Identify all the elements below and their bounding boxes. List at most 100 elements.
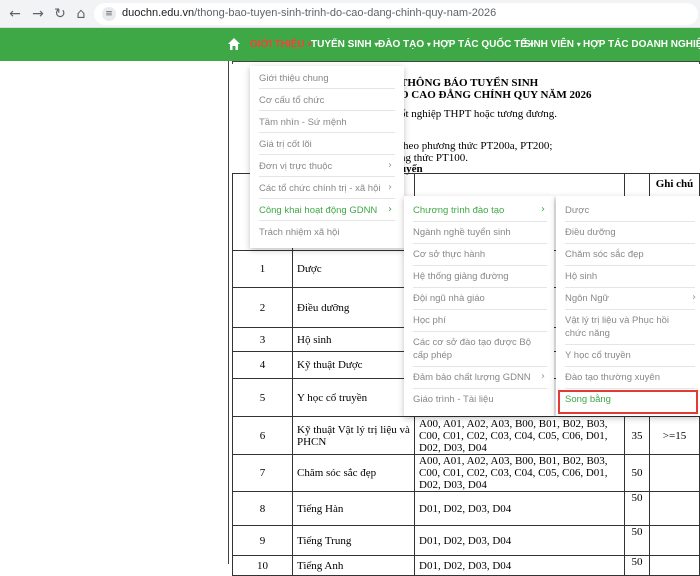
row-stt: 4 <box>232 351 293 379</box>
row-name: Điều dưỡng <box>292 287 415 328</box>
dropdown-gioi-thieu: Giới thiệu chung Cơ cấu tổ chức Tầm nhìn… <box>250 66 404 248</box>
divider <box>413 243 547 244</box>
nav-gioi-thieu[interactable]: GIỚI THIỆU ▾ <box>250 39 311 50</box>
chevron-right-icon: › <box>388 204 392 215</box>
row-name: Dược <box>292 250 415 288</box>
doc-heading-2: O CAO ĐẲNG CHÍNH QUY NĂM 2026 <box>400 89 592 101</box>
menu-item-don-vi-truc-thuoc[interactable]: Đơn vị trực thuộc › <box>250 160 404 175</box>
row-stt: 7 <box>232 454 293 492</box>
divider <box>259 132 395 133</box>
row-name: Chăm sóc sắc đẹp <box>292 454 415 492</box>
menu-item-trach-nhiem-xa-hoi[interactable]: Trách nhiệm xã hội <box>250 227 404 241</box>
back-icon[interactable]: ← <box>6 5 24 23</box>
site-nav-bar: GIỚI THIỆU ▾ TUYỂN SINH ▾ ĐÀO TẠO ▾ HỢP … <box>0 28 700 61</box>
doc-line-2: theo phương thức PT200a, PT200; <box>400 140 553 152</box>
dropdown-chuong-trinh-dao-tao: Dược Điều dưỡng Chăm sóc sắc đẹp Hộ sinh… <box>556 196 700 416</box>
dropdown-cong-khai-gdnn: Chương trình đào tạo › Ngành nghề tuyển s… <box>404 196 554 416</box>
reload-icon[interactable]: ↻ <box>51 5 69 23</box>
site-info-icon[interactable]: ≡ <box>102 7 116 21</box>
menu-item-hoc-phi[interactable]: Học phí <box>404 315 554 329</box>
nav-dao-tao[interactable]: ĐÀO TẠO ▾ <box>378 39 431 50</box>
row-quota: 50 <box>624 525 650 556</box>
row-name: Tiếng Hàn <box>292 491 415 526</box>
menu-item-co-so-thuc-hanh[interactable]: Cơ sở thực hành <box>404 249 554 263</box>
divider <box>259 110 395 111</box>
chevron-right-icon: › <box>541 204 545 215</box>
divider <box>259 198 395 199</box>
doc-line-1: ốt nghiệp THPT hoặc tương đương. <box>400 108 557 120</box>
divider <box>413 309 547 310</box>
top-border <box>232 61 700 64</box>
menu-item-nganh-nghe[interactable]: Ngành nghề tuyển sinh <box>404 227 554 241</box>
divider <box>565 344 695 345</box>
divider <box>413 265 547 266</box>
divider <box>413 366 547 367</box>
row-stt: 10 <box>232 555 293 576</box>
menu-item-cong-khai-gdnn[interactable]: Công khai hoạt động GDNN › <box>250 204 404 219</box>
menu-item-to-chuc-chinh-tri[interactable]: Các tổ chức chính trị - xã hội › <box>250 182 404 197</box>
row-quota: 50 <box>624 454 650 492</box>
nav-tuyen-sinh[interactable]: TUYỂN SINH ▾ <box>311 39 378 50</box>
menu-item-dieu-duong[interactable]: Điều dưỡng <box>556 227 700 241</box>
home-browser-icon[interactable]: ⌂ <box>72 5 90 23</box>
row-stt: 9 <box>232 525 293 556</box>
row-note: >=15 <box>649 416 700 455</box>
row-stt: 5 <box>232 378 293 417</box>
divider <box>413 331 547 332</box>
forward-icon[interactable]: → <box>29 5 47 23</box>
menu-item-ho-sinh[interactable]: Hộ sinh <box>556 271 700 285</box>
menu-item-vat-ly-tri-lieu[interactable]: Vật lý trị liệu và Phục hồi chức năng <box>556 315 700 343</box>
row-stt: 3 <box>232 327 293 352</box>
row-stt: 1 <box>232 250 293 288</box>
menu-item-giang-duong[interactable]: Hệ thống giảng đường <box>404 271 554 285</box>
menu-item-ngon-ngu[interactable]: Ngôn Ngữ › <box>556 292 700 307</box>
divider <box>259 154 395 155</box>
menu-item-cham-soc-sac-dep[interactable]: Chăm sóc sắc đẹp <box>556 249 700 263</box>
divider <box>565 221 695 222</box>
browser-toolbar: ← → ↻ ⌂ ≡ duochn.edu.vn/thong-bao-tuyen-… <box>0 0 700 28</box>
menu-item-gia-tri-cot-loi[interactable]: Giá trị cốt lõi <box>250 139 404 153</box>
menu-item-y-hoc-co-truyen[interactable]: Y học cổ truyền <box>556 350 700 364</box>
row-name: Y học cổ truyền <box>292 378 415 417</box>
row-stt: 8 <box>232 491 293 526</box>
row-codes: A00, A01, A02, A03, B00, B01, B02, B03, … <box>414 454 625 492</box>
row-quota: 50 <box>624 555 650 576</box>
row-stt: 6 <box>232 416 293 455</box>
row-name: Hộ sinh <box>292 327 415 352</box>
menu-item-dam-bao-chat-luong[interactable]: Đảm bảo chất lượng GDNN › <box>404 371 554 386</box>
nav-hop-tac-doanh-nghiep[interactable]: HỢP TÁC DOANH NGHIỆP ▾ <box>583 39 700 50</box>
divider <box>565 287 695 288</box>
chevron-right-icon: › <box>541 371 545 382</box>
menu-item-giao-trinh[interactable]: Giáo trình - Tài liệu <box>404 394 554 408</box>
doc-heading-1: THÔNG BÁO TUYỂN SINH <box>400 77 539 89</box>
divider <box>413 287 547 288</box>
menu-item-tam-nhin[interactable]: Tầm nhìn - Sứ mệnh <box>250 117 404 131</box>
menu-item-gioi-thieu-chung[interactable]: Giới thiệu chung <box>250 73 404 87</box>
chevron-right-icon: › <box>388 160 392 171</box>
address-bar[interactable]: ≡ duochn.edu.vn/thong-bao-tuyen-sinh-tri… <box>94 3 698 25</box>
divider <box>565 366 695 367</box>
row-name: Kỹ thuật Dược <box>292 351 415 379</box>
divider <box>413 221 547 222</box>
nav-sinh-vien[interactable]: SINH VIÊN ▾ <box>524 39 581 50</box>
menu-item-chuong-trinh-dao-tao[interactable]: Chương trình đào tạo › <box>404 204 554 219</box>
divider <box>565 388 695 389</box>
nav-hop-tac-quoc-te[interactable]: HỢP TÁC QUỐC TẾ ▾ <box>433 39 534 50</box>
menu-item-co-so-dao-tao[interactable]: Các cơ sở đào tạo được Bộ cấp phép <box>404 337 554 365</box>
divider <box>259 176 395 177</box>
divider <box>565 265 695 266</box>
home-icon[interactable] <box>227 37 241 51</box>
menu-item-dao-tao-thuong-xuyen[interactable]: Đào tạo thường xuyên <box>556 372 700 386</box>
divider <box>259 220 395 221</box>
row-name: Tiếng Trung <box>292 525 415 556</box>
menu-item-co-cau-to-chuc[interactable]: Cơ cấu tổ chức <box>250 95 404 109</box>
row-quota: 35 <box>624 416 650 455</box>
chevron-right-icon: › <box>388 182 392 193</box>
row-codes: D01, D02, D03, D04 <box>414 491 625 526</box>
row-stt: 2 <box>232 287 293 328</box>
menu-item-duoc[interactable]: Dược <box>556 205 700 219</box>
row-name: Kỹ thuật Vật lý trị liệu và PHCN <box>292 416 415 455</box>
row-quota: 50 <box>624 491 650 526</box>
menu-item-doi-ngu[interactable]: Đội ngũ nhà giáo <box>404 293 554 307</box>
divider <box>413 388 547 389</box>
